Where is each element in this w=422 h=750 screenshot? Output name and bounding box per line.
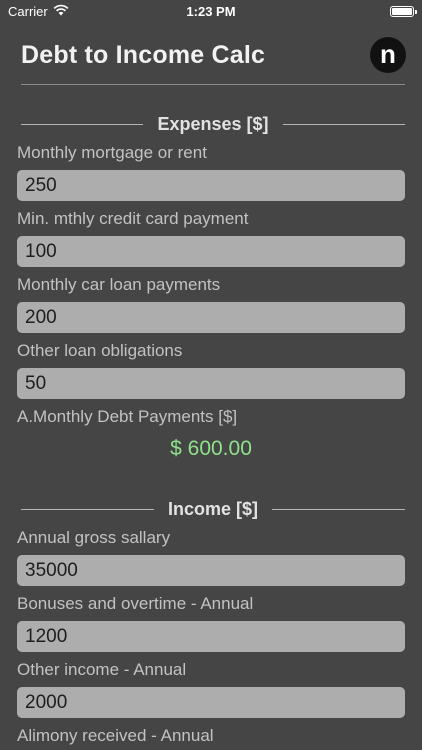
credit-card-input[interactable] <box>17 236 405 267</box>
gross-salary-input[interactable] <box>17 555 405 586</box>
car-loan-input[interactable] <box>17 302 405 333</box>
bonuses-label: Bonuses and overtime - Annual <box>17 594 254 613</box>
divider-line <box>21 123 144 125</box>
status-bar: Carrier 1:23 PM <box>0 0 422 22</box>
expenses-section-title: Expenses [$] <box>157 113 269 134</box>
expenses-section-heading: Expenses [$] <box>21 113 405 135</box>
app-header: Debt to Income Calc n <box>0 22 422 84</box>
income-section-title: Income [$] <box>167 498 259 519</box>
header-divider <box>21 84 405 85</box>
other-loan-input[interactable] <box>17 368 405 399</box>
bonuses-input[interactable] <box>17 621 405 652</box>
divider-line <box>272 508 405 510</box>
credit-card-label: Min. mthly credit card payment <box>17 209 249 228</box>
mortgage-label: Monthly mortgage or rent <box>17 143 207 162</box>
car-loan-label: Monthly car loan payments <box>17 275 221 294</box>
other-loan-label: Other loan obligations <box>17 341 183 360</box>
app-logo-button[interactable]: n <box>370 37 406 73</box>
other-income-label: Other income - Annual <box>17 660 187 679</box>
battery-icon <box>390 5 417 17</box>
monthly-debt-value: $ 600.00 <box>170 437 252 460</box>
mortgage-input[interactable] <box>17 170 405 201</box>
status-time: 1:23 PM <box>186 3 236 19</box>
gross-salary-label: Annual gross sallary <box>17 528 171 547</box>
app-screen: Carrier 1:23 PM Debt to Income Calc n Ex… <box>0 0 422 750</box>
battery-level <box>392 7 412 15</box>
other-income-input[interactable] <box>17 687 405 718</box>
monthly-debt-label: A.Monthly Debt Payments [$] <box>17 407 238 426</box>
income-section-heading: Income [$] <box>21 498 405 520</box>
alimony-label: Alimony received - Annual <box>17 726 214 745</box>
app-title: Debt to Income Calc <box>21 40 266 69</box>
divider-line <box>21 508 154 510</box>
divider-line <box>282 123 405 125</box>
